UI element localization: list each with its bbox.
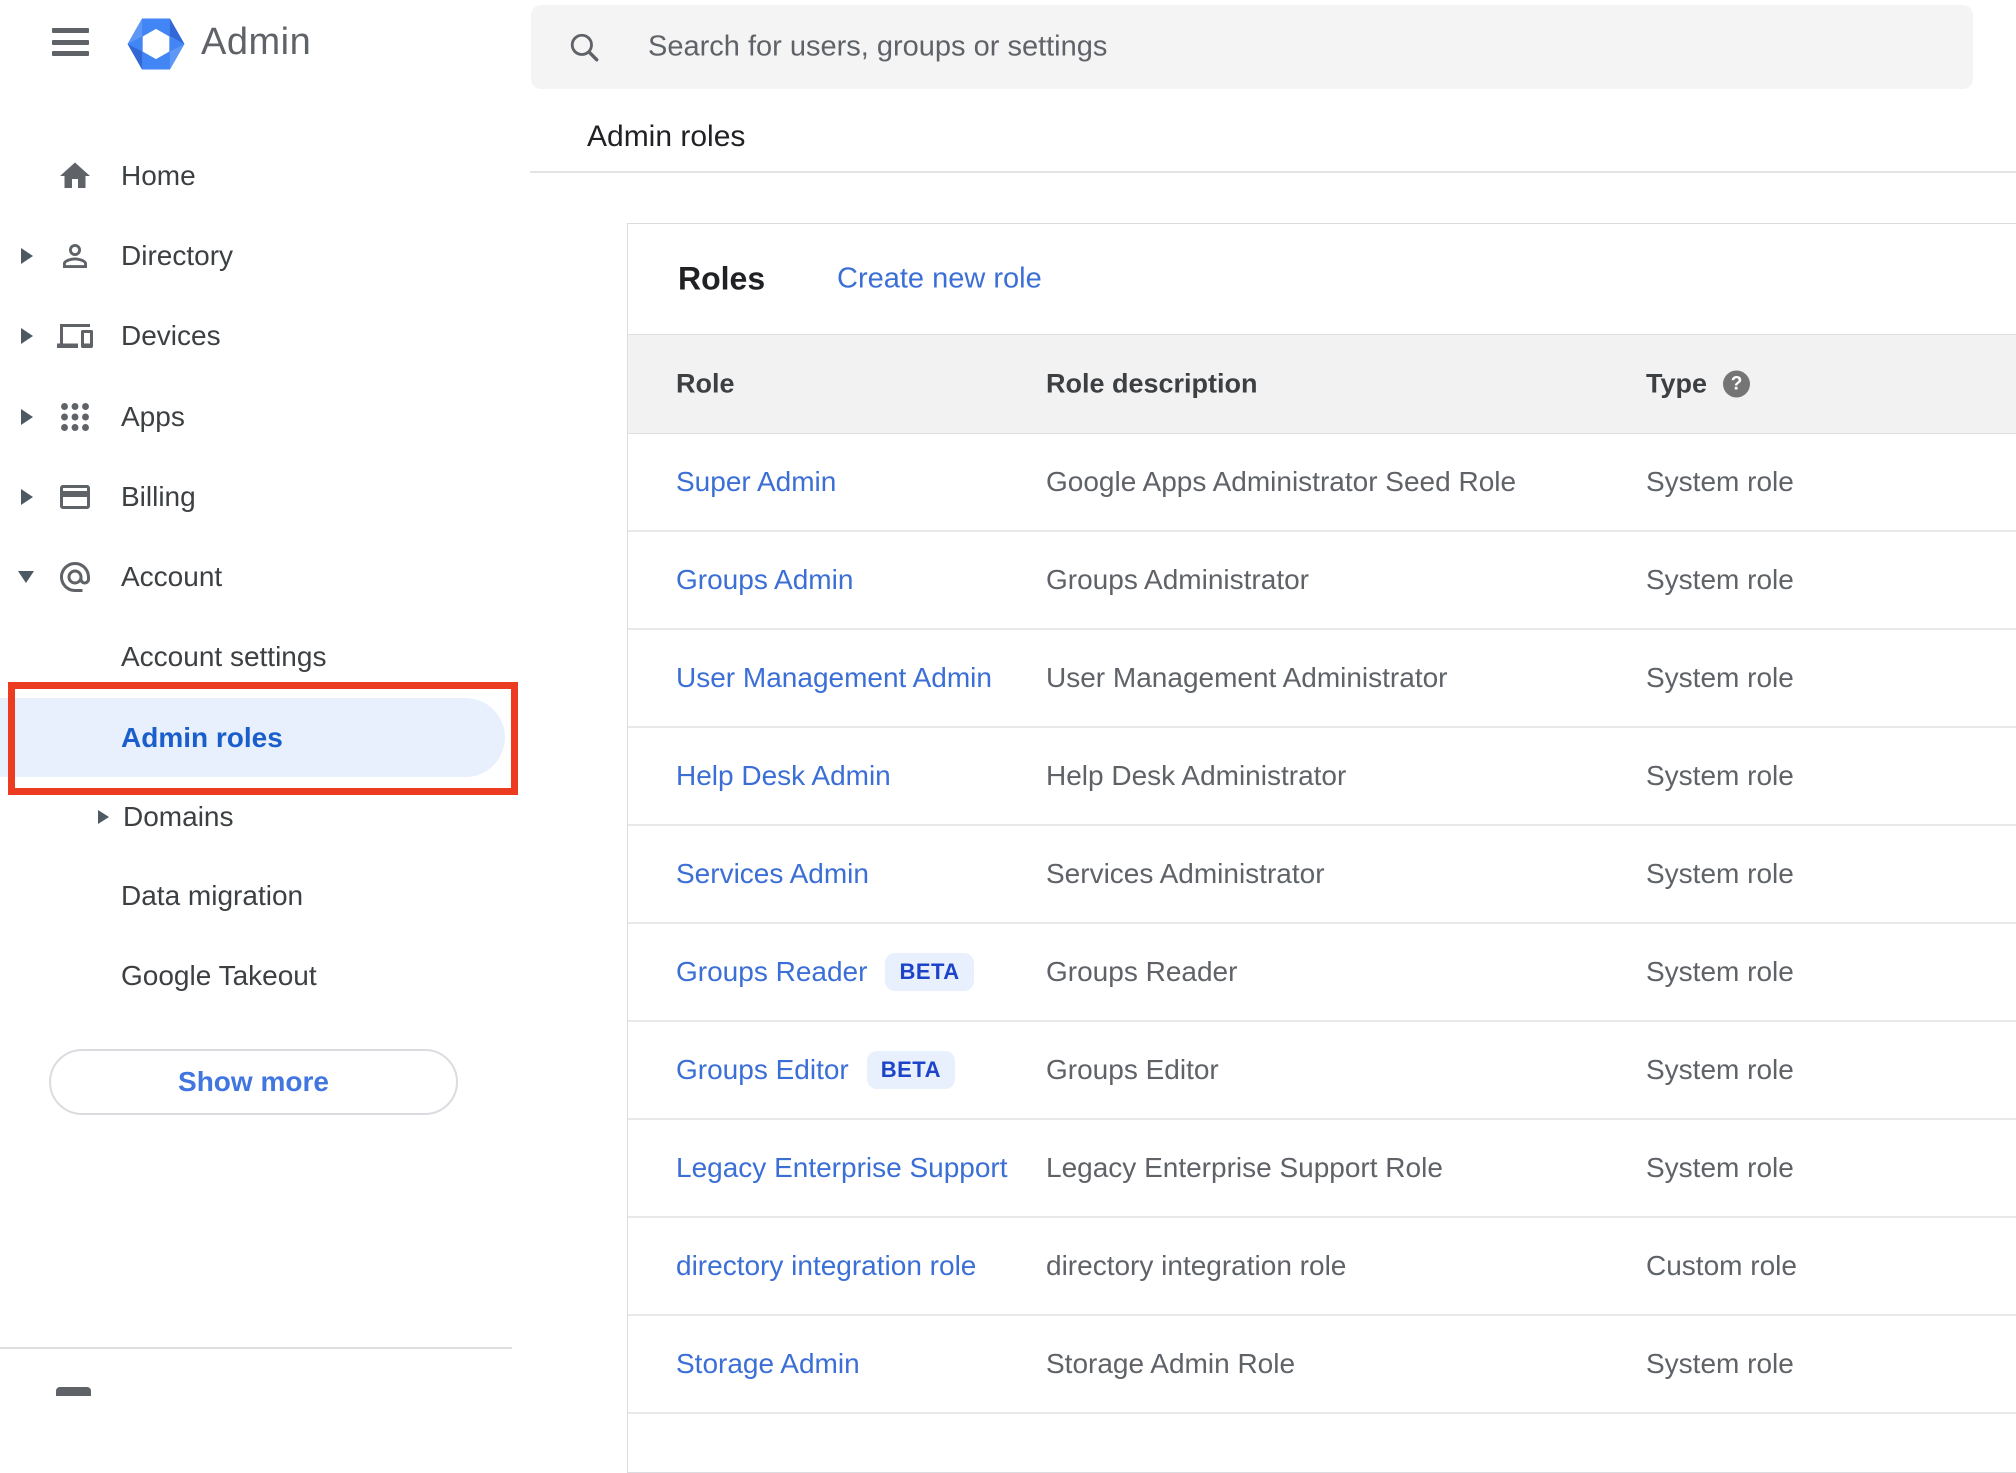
devices-icon — [57, 318, 93, 354]
app-title: Admin — [201, 21, 311, 64]
sidebar-divider — [0, 1347, 512, 1349]
sidebar-item-google-takeout[interactable]: Google Takeout — [0, 936, 530, 1016]
roles-table: Super Admin Google Apps Administrator Se… — [628, 434, 2016, 1414]
role-link[interactable]: Help Desk Admin — [676, 760, 891, 792]
table-row: Groups Editor BETA Groups Editor System … — [628, 1022, 2016, 1120]
role-description: Groups Editor — [1046, 1054, 1219, 1086]
role-description: directory integration role — [1046, 1250, 1346, 1282]
main-content: Search for users, groups or settings Adm… — [530, 0, 2016, 1396]
column-header-role: Role — [676, 369, 735, 400]
role-type: System role — [1646, 760, 1794, 792]
create-new-role-link[interactable]: Create new role — [837, 263, 1042, 296]
content-divider — [530, 171, 2016, 173]
role-type: System role — [1646, 1348, 1794, 1380]
chevron-down-icon[interactable] — [18, 571, 34, 583]
sidebar-item-directory[interactable]: Directory — [0, 216, 530, 296]
table-row: Groups Admin Groups Administrator System… — [628, 532, 2016, 630]
role-link[interactable]: Legacy Enterprise Support — [676, 1152, 1008, 1184]
chevron-right-icon[interactable] — [98, 810, 109, 824]
admin-logo-icon — [127, 15, 185, 73]
chevron-right-icon[interactable] — [21, 248, 33, 264]
role-type: System role — [1646, 662, 1794, 694]
hamburger-menu-icon[interactable] — [52, 28, 89, 56]
sidebar-item-account[interactable]: Account — [0, 537, 530, 617]
role-link[interactable]: Groups Admin — [676, 564, 853, 596]
role-description: Groups Administrator — [1046, 564, 1309, 596]
roles-title: Roles — [678, 261, 765, 298]
sidebar-item-home[interactable]: Home — [0, 136, 530, 216]
role-description: Services Administrator — [1046, 858, 1325, 890]
role-description: Storage Admin Role — [1046, 1348, 1295, 1380]
search-input[interactable]: Search for users, groups or settings — [531, 5, 1973, 89]
role-type: System role — [1646, 956, 1794, 988]
breadcrumb: Admin roles — [587, 120, 745, 154]
role-link[interactable]: Groups Reader — [676, 956, 867, 988]
home-icon — [57, 158, 93, 194]
sidebar-item-billing[interactable]: Billing — [0, 457, 530, 537]
role-type: Custom role — [1646, 1250, 1797, 1282]
role-description: Google Apps Administrator Seed Role — [1046, 466, 1516, 498]
role-description: Help Desk Administrator — [1046, 760, 1346, 792]
role-type: System role — [1646, 1152, 1794, 1184]
table-header-row: Role Role description Type ? — [628, 334, 2016, 434]
search-icon — [567, 30, 601, 64]
table-row: directory integration role directory int… — [628, 1218, 2016, 1316]
table-row: Storage Admin Storage Admin Role System … — [628, 1316, 2016, 1414]
role-type: System role — [1646, 564, 1794, 596]
card-title-row: Roles Create new role — [628, 224, 2016, 334]
at-sign-icon — [57, 559, 93, 595]
chevron-right-icon[interactable] — [21, 409, 33, 425]
credit-card-icon — [57, 479, 93, 515]
role-link[interactable]: directory integration role — [676, 1250, 976, 1282]
sidebar-item-data-migration[interactable]: Data migration — [0, 856, 530, 936]
table-row: User Management Admin User Management Ad… — [628, 630, 2016, 728]
table-row: Super Admin Google Apps Administrator Se… — [628, 434, 2016, 532]
role-description: Groups Reader — [1046, 956, 1237, 988]
role-link[interactable]: User Management Admin — [676, 662, 992, 694]
person-icon — [57, 238, 93, 274]
table-row: Help Desk Admin Help Desk Administrator … — [628, 728, 2016, 826]
sidebar-item-devices[interactable]: Devices — [0, 296, 530, 376]
search-placeholder: Search for users, groups or settings — [648, 31, 1107, 64]
table-row: Services Admin Services Administrator Sy… — [628, 826, 2016, 924]
table-row: Groups Reader BETA Groups Reader System … — [628, 924, 2016, 1022]
apps-grid-icon — [57, 399, 93, 435]
role-link[interactable]: Super Admin — [676, 466, 836, 498]
role-link[interactable]: Groups Editor — [676, 1054, 849, 1086]
role-description: User Management Administrator — [1046, 662, 1448, 694]
chevron-right-icon[interactable] — [21, 489, 33, 505]
sidebar-item-apps[interactable]: Apps — [0, 377, 530, 457]
help-icon[interactable]: ? — [1723, 371, 1750, 398]
role-link[interactable]: Services Admin — [676, 858, 869, 890]
role-link[interactable]: Storage Admin — [676, 1348, 860, 1380]
clipped-sidebar-icon — [56, 1387, 91, 1396]
annotation-highlight-box — [8, 682, 518, 795]
column-header-type: Type ? — [1646, 369, 1750, 400]
show-more-button[interactable]: Show more — [49, 1049, 458, 1115]
column-header-description: Role description — [1046, 369, 1258, 400]
role-type: System role — [1646, 1054, 1794, 1086]
beta-badge: BETA — [867, 1051, 955, 1089]
role-type: System role — [1646, 858, 1794, 890]
roles-card: Roles Create new role Role Role descript… — [627, 223, 2016, 1473]
table-row: Legacy Enterprise Support Legacy Enterpr… — [628, 1120, 2016, 1218]
role-description: Legacy Enterprise Support Role — [1046, 1152, 1443, 1184]
beta-badge: BETA — [885, 953, 973, 991]
role-type: System role — [1646, 466, 1794, 498]
chevron-right-icon[interactable] — [21, 328, 33, 344]
